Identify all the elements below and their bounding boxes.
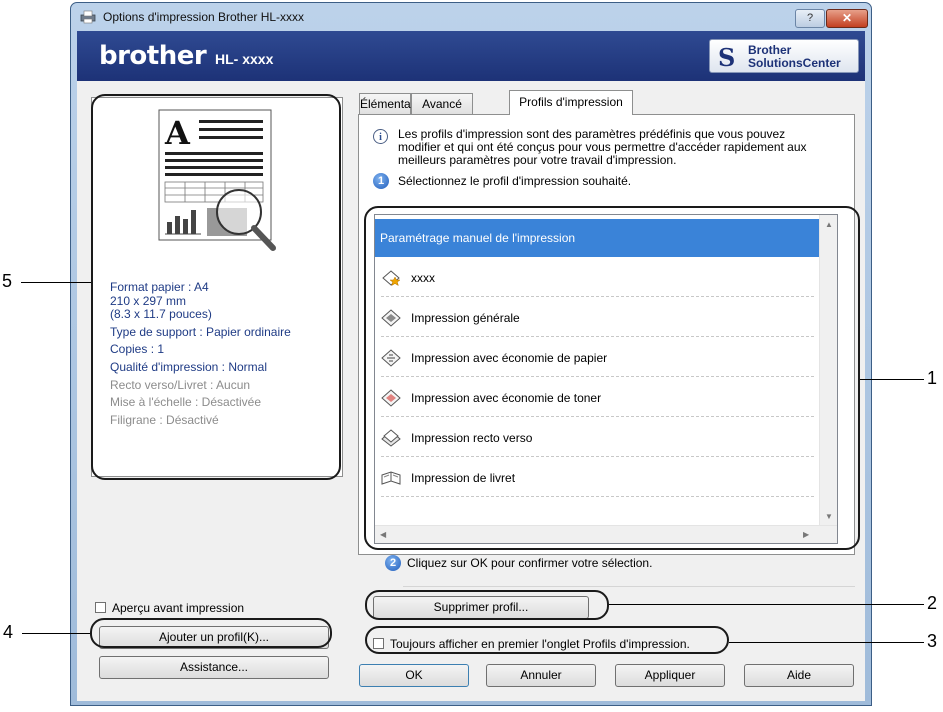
solutions-swoosh-icon: S <box>718 43 736 72</box>
callout-1-outline <box>364 206 860 550</box>
print-preview-checkbox[interactable] <box>95 602 106 613</box>
printer-app-icon <box>80 10 96 24</box>
print-preview-label: Aperçu avant impression <box>112 601 245 615</box>
help-button[interactable]: Aide <box>744 664 854 687</box>
info-text-line1: Les profils d'impression sont des paramè… <box>398 127 786 141</box>
callout-1-number: 1 <box>927 368 938 388</box>
callout-5-outline <box>91 94 341 480</box>
step-1-icon: 1 <box>373 173 389 189</box>
close-button[interactable]: ✕ <box>826 9 868 28</box>
solutions-label-line1: Brother <box>748 43 792 57</box>
callout-5-leader <box>21 282 91 283</box>
cancel-button[interactable]: Annuler <box>486 664 596 687</box>
callout-4-number: 4 <box>3 622 14 642</box>
solutions-center-button[interactable]: S Brother SolutionsCenter <box>709 39 859 73</box>
apply-button[interactable]: Appliquer <box>615 664 725 687</box>
callout-2-number: 2 <box>927 593 938 613</box>
assistance-button[interactable]: Assistance... <box>99 656 329 679</box>
title-help-button[interactable]: ? <box>795 9 825 28</box>
solutions-label-line2: SolutionsCenter <box>748 56 841 70</box>
callout-4-leader <box>22 633 90 634</box>
title-bar[interactable]: Options d'impression Brother HL-xxxx ? ✕ <box>71 3 871 31</box>
section-divider <box>403 586 855 587</box>
ok-button[interactable]: OK <box>359 664 469 687</box>
info-text-line2: modifier et qui ont été conçus pour vous… <box>398 140 807 154</box>
brother-logo: brother <box>99 41 207 71</box>
info-text-line3: meilleurs paramètres pour votre travail … <box>398 153 677 167</box>
callout-5-number: 5 <box>2 271 13 291</box>
brand-header: brother HL- xxxx S Brother SolutionsCent… <box>77 31 865 81</box>
callout-4-outline <box>90 618 332 648</box>
model-name: HL- xxxx <box>215 51 274 67</box>
callout-3-leader <box>729 642 924 643</box>
callout-3-number: 3 <box>927 631 938 651</box>
callout-3-outline <box>365 626 729 654</box>
step-2-icon: 2 <box>385 555 401 571</box>
tab-advanced[interactable]: Avancé <box>411 93 473 114</box>
window-title: Options d'impression Brother HL-xxxx <box>103 10 305 24</box>
step-1-text: Sélectionnez le profil d'impression souh… <box>398 174 632 188</box>
callout-2-leader <box>609 604 924 605</box>
tab-print-profiles[interactable]: Profils d'impression <box>509 90 633 115</box>
callout-1-leader <box>860 379 924 380</box>
info-icon: i <box>373 129 388 144</box>
callout-2-outline <box>365 590 609 620</box>
step-2-text: Cliquez sur OK pour confirmer votre séle… <box>407 556 653 570</box>
tab-basic[interactable]: Élémentaire <box>359 93 424 114</box>
